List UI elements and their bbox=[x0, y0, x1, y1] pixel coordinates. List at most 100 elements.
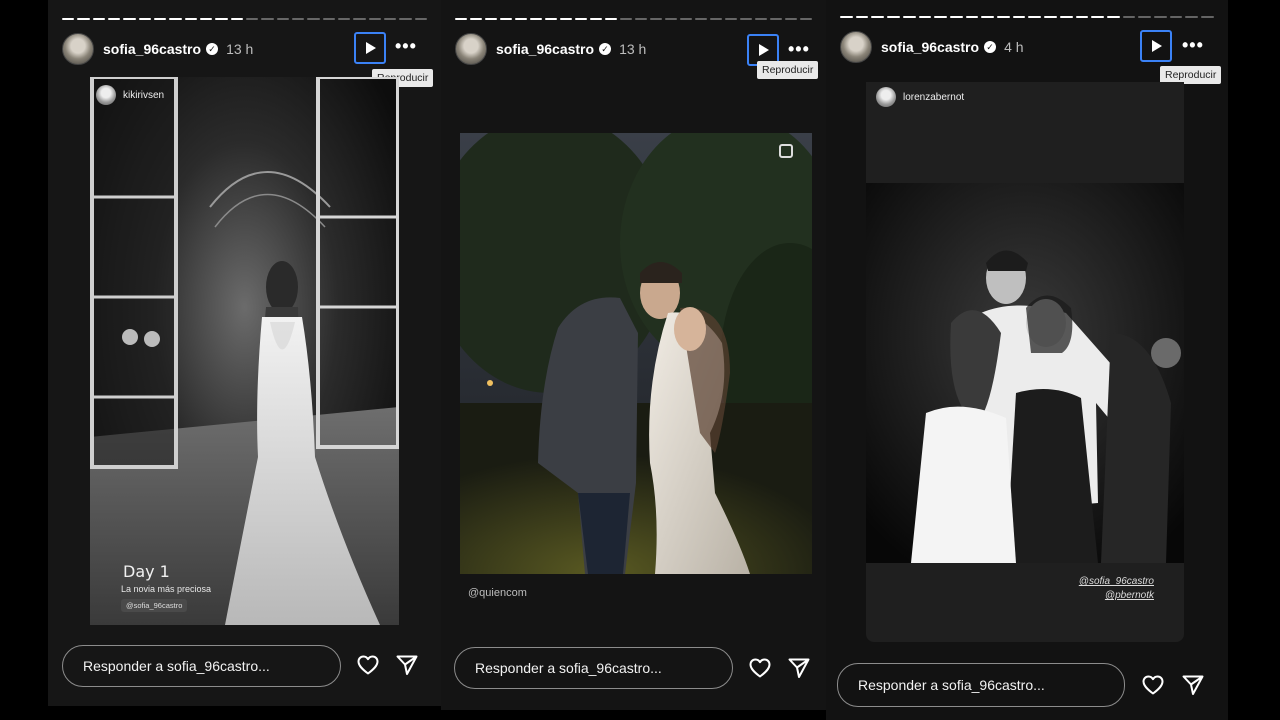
reply-input[interactable]: Responder a sofia_96castro... bbox=[454, 647, 733, 689]
reply-input[interactable]: Responder a sofia_96castro... bbox=[837, 663, 1125, 707]
hug-photo-image bbox=[866, 183, 1184, 563]
progress-segment bbox=[560, 18, 572, 20]
mention-sticker[interactable]: @sofia_96castro bbox=[121, 599, 188, 612]
tagged-user[interactable]: lorenzabernot bbox=[876, 87, 964, 107]
progress-segment bbox=[1185, 16, 1199, 18]
source-credit[interactable]: @quiencom bbox=[468, 587, 527, 599]
more-icon[interactable]: ••• bbox=[1182, 35, 1204, 56]
progress-segment bbox=[276, 18, 289, 20]
play-button[interactable] bbox=[1140, 30, 1172, 62]
progress-segment bbox=[307, 18, 320, 20]
timestamp: 4 h bbox=[1004, 39, 1024, 55]
heart-icon bbox=[749, 658, 771, 678]
progress-segment bbox=[92, 18, 105, 20]
progress-segment bbox=[997, 16, 1010, 18]
progress-segment bbox=[650, 18, 662, 20]
progress-segment bbox=[1075, 16, 1089, 18]
avatar[interactable] bbox=[455, 33, 487, 65]
play-button[interactable] bbox=[354, 32, 386, 64]
username[interactable]: sofia_96castro bbox=[881, 39, 979, 55]
caption-title: Day 1 bbox=[123, 562, 170, 581]
send-icon bbox=[788, 658, 810, 678]
more-icon[interactable]: ••• bbox=[788, 39, 810, 60]
progress-segment bbox=[485, 18, 497, 20]
progress-segment bbox=[414, 18, 427, 20]
more-icon[interactable]: ••• bbox=[395, 36, 417, 57]
progress-segment bbox=[605, 18, 617, 20]
timestamp: 13 h bbox=[619, 41, 647, 57]
mention-sticker-1[interactable]: @sofia_96castro bbox=[1079, 576, 1154, 587]
story-panel-3: sofia_96castro ✓ 4 h ••• Reproducir lore… bbox=[826, 0, 1228, 720]
play-tooltip: Reproducir bbox=[757, 61, 819, 79]
progress-segment bbox=[138, 18, 151, 20]
reply-input[interactable]: Responder a sofia_96castro... bbox=[62, 645, 341, 687]
progress-segment bbox=[245, 18, 259, 20]
story-photo: kikirivsen Day 1 La novia más preciosa @… bbox=[90, 77, 399, 625]
progress-segment bbox=[695, 18, 707, 20]
progress-segment bbox=[785, 18, 797, 20]
progress-segment bbox=[934, 16, 947, 18]
caption-subtitle: La novia más preciosa bbox=[121, 584, 212, 594]
story-panel-2: sofia_96castro ✓ 13 h ••• Reproducir @qu… bbox=[441, 0, 826, 710]
verified-icon: ✓ bbox=[984, 41, 997, 53]
username[interactable]: sofia_96castro bbox=[496, 41, 594, 57]
story-progress-bar bbox=[840, 16, 1214, 18]
story-photo: lorenzabernot @sofia_96castro @pbernotk bbox=[866, 82, 1184, 642]
progress-segment bbox=[620, 18, 632, 20]
progress-segment bbox=[1138, 16, 1152, 18]
story-photo bbox=[460, 133, 812, 574]
progress-segment bbox=[261, 18, 274, 20]
progress-segment bbox=[1169, 16, 1183, 18]
play-icon bbox=[1152, 40, 1162, 52]
progress-segment bbox=[1059, 16, 1073, 18]
progress-segment bbox=[590, 18, 602, 20]
tagged-username: lorenzabernot bbox=[903, 91, 965, 103]
like-button[interactable] bbox=[1140, 672, 1166, 698]
progress-segment bbox=[455, 18, 467, 20]
bride-photo-image bbox=[90, 77, 399, 625]
share-button[interactable] bbox=[394, 652, 420, 678]
username[interactable]: sofia_96castro bbox=[103, 41, 201, 57]
progress-segment bbox=[123, 18, 136, 20]
progress-segment bbox=[575, 18, 587, 20]
progress-segment bbox=[1012, 16, 1026, 18]
share-button[interactable] bbox=[1180, 672, 1206, 698]
avatar[interactable] bbox=[840, 31, 872, 63]
tagged-user[interactable]: kikirivsen bbox=[96, 85, 164, 105]
mention-sticker-2[interactable]: @pbernotk bbox=[1105, 590, 1154, 601]
progress-segment bbox=[77, 18, 90, 20]
progress-segment bbox=[949, 16, 963, 18]
like-button[interactable] bbox=[747, 655, 773, 681]
share-button[interactable] bbox=[786, 655, 812, 681]
progress-segment bbox=[383, 18, 397, 20]
like-button[interactable] bbox=[355, 652, 381, 678]
tagged-avatar bbox=[96, 85, 116, 105]
progress-segment bbox=[800, 18, 812, 20]
progress-segment bbox=[902, 16, 916, 18]
send-icon bbox=[396, 655, 418, 675]
progress-segment bbox=[1122, 16, 1136, 18]
progress-segment bbox=[470, 18, 482, 20]
progress-segment bbox=[500, 18, 512, 20]
progress-segment bbox=[199, 18, 213, 20]
progress-segment bbox=[855, 16, 869, 18]
progress-segment bbox=[635, 18, 647, 20]
progress-segment bbox=[515, 18, 527, 20]
kiss-photo-image bbox=[460, 133, 812, 574]
progress-segment bbox=[169, 18, 182, 20]
progress-segment bbox=[965, 16, 979, 18]
progress-segment bbox=[399, 18, 412, 20]
tagged-username: kikirivsen bbox=[123, 89, 165, 101]
progress-segment bbox=[1154, 16, 1167, 18]
progress-segment bbox=[770, 18, 782, 20]
progress-segment bbox=[215, 18, 228, 20]
progress-segment bbox=[840, 16, 853, 18]
verified-icon: ✓ bbox=[206, 43, 219, 55]
progress-segment bbox=[1106, 16, 1120, 18]
progress-segment bbox=[740, 18, 752, 20]
story-progress-bar bbox=[62, 18, 427, 20]
play-icon bbox=[759, 44, 769, 56]
avatar[interactable] bbox=[62, 33, 94, 65]
send-icon bbox=[1182, 675, 1204, 695]
progress-segment bbox=[322, 18, 335, 20]
